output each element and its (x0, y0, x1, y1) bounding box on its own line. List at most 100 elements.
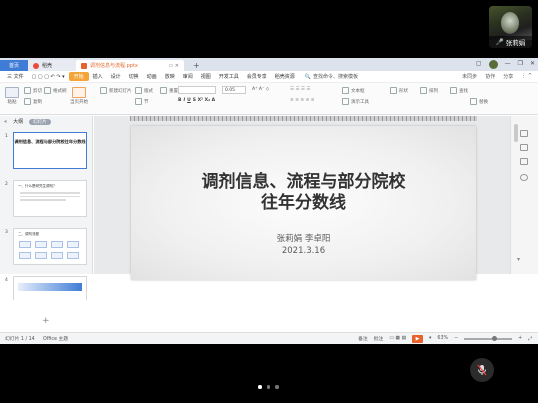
page-dot[interactable] (258, 385, 262, 389)
file-menu[interactable]: 三 文件 (3, 73, 28, 80)
slide-thumb-3[interactable]: 3 二、调剂流程 (3, 228, 89, 266)
new-tab-button[interactable]: + (184, 60, 209, 71)
tab-docer[interactable]: 稻壳 (28, 60, 76, 71)
mic-off-icon (477, 364, 487, 376)
participant-name-bar: 🎤 张莉娟 (489, 36, 532, 48)
user-avatar[interactable] (488, 60, 498, 69)
paste-button[interactable]: 粘贴 (5, 87, 19, 105)
menu-developer[interactable]: 开发工具 (215, 73, 243, 80)
font-name-field (178, 86, 216, 94)
current-slide[interactable]: 调剂信息、流程与部分院校 往年分数线 张莉娟 李卓阳 2021.3.16 (131, 126, 476, 280)
page-dot[interactable] (266, 385, 270, 389)
font-name-select[interactable] (178, 86, 216, 94)
menu-start[interactable]: 开始 (68, 72, 89, 81)
menu-docer-resources[interactable]: 稻壳资源 (271, 73, 299, 80)
cut-button[interactable]: 剪切 (24, 87, 42, 94)
menu-insert[interactable]: 插入 (89, 73, 107, 80)
comments-button[interactable]: 批注 (374, 335, 384, 342)
properties-icon[interactable] (520, 158, 528, 165)
shape-button[interactable]: 形状 (390, 87, 408, 94)
replace-icon (470, 98, 477, 105)
font-style-buttons[interactable]: B I U S X² X₂ A (178, 98, 215, 103)
reset-button[interactable]: 重置 (160, 87, 178, 94)
paragraph-buttons[interactable]: ☰ ☰ ☰ ☰ (290, 87, 310, 92)
pin-icon[interactable] (520, 144, 528, 151)
command-search[interactable]: 🔍 查找命令、搜索模板 (305, 73, 358, 81)
maximize-icon[interactable]: ❐ (518, 60, 523, 69)
copy-button[interactable]: 复制 (24, 98, 42, 105)
collapse-panel-icon[interactable]: « (4, 119, 7, 125)
slide-thumb-4[interactable]: 4 (3, 276, 89, 300)
zoom-dropdown-icon[interactable]: ▾ (429, 336, 431, 341)
zoom-level[interactable]: 63% (437, 336, 448, 341)
shape-pane-icon[interactable] (520, 130, 528, 137)
layout-label: 版式 (144, 88, 153, 94)
menu-slideshow[interactable]: 放映 (161, 73, 179, 80)
layout-button[interactable]: 版式 (135, 87, 153, 94)
share-button[interactable]: 分享 (503, 73, 513, 80)
participant-video-tile[interactable]: 🎤 张莉娟 (489, 6, 532, 48)
more-icon[interactable]: ⋮ ^ (521, 73, 532, 80)
quick-access-icons[interactable]: ▢ ▢ ▢ ↶ ↷ ▾ (28, 74, 69, 80)
menu-right-group: 未同步 协作 分享 ⋮ ^ (462, 73, 538, 80)
font-grow-shrink[interactable]: A⁺ A⁻ ◇ (252, 87, 269, 92)
sync-status[interactable]: 未同步 (462, 73, 477, 80)
menu-animation[interactable]: 动画 (143, 73, 161, 80)
zoom-out-icon[interactable]: − (454, 336, 458, 341)
tab-outline[interactable]: 大纲 (13, 118, 23, 125)
menu-member[interactable]: 会员专享 (243, 73, 271, 80)
menu-transition[interactable]: 切换 (125, 73, 143, 80)
help-icon[interactable] (520, 174, 528, 181)
section-button[interactable]: 节 (135, 98, 149, 105)
notes-button[interactable]: 备注 (358, 335, 368, 342)
slide-thumb-2[interactable]: 2 一、什么是研究生调剂？ (3, 180, 89, 218)
close-tab-icon[interactable]: ▭ ✕ (168, 63, 179, 69)
zoom-in-icon[interactable]: + (518, 336, 522, 341)
slide-thumb-number: 1 (5, 134, 8, 139)
pic-tools-button[interactable]: 演示工具 (342, 98, 369, 105)
add-slide-button[interactable]: + (42, 316, 50, 326)
slideshow-play-button[interactable]: ▶ (412, 334, 423, 343)
menu-design[interactable]: 设计 (107, 73, 125, 80)
arrange-label: 排列 (429, 88, 438, 94)
page-dot[interactable] (275, 385, 279, 389)
slide-thumb-title: 一、什么是研究生调剂？ (18, 184, 57, 188)
zoom-slider[interactable] (464, 335, 513, 341)
layout-icon[interactable]: ▢ (476, 60, 482, 69)
slide-thumb-1[interactable]: 1 调剂信息、流程与部分院校往年分数线 (3, 132, 89, 170)
fit-window-icon[interactable]: ⤢ (528, 336, 532, 342)
textbox-button[interactable]: 文本框 (342, 87, 365, 94)
ribbon-toolbar: 粘贴 剪切 复制 格式刷 当页开始 新建幻灯片 版式 节 重置 0.05 A⁺ … (0, 83, 538, 115)
section-icon (135, 98, 142, 105)
close-icon[interactable]: ✕ (530, 60, 535, 69)
collaborate-button[interactable]: 协作 (485, 73, 495, 80)
new-slide-button[interactable]: 新建幻灯片 (100, 87, 132, 94)
minimize-icon[interactable]: — (505, 60, 511, 69)
textbox-label: 文本框 (351, 88, 365, 94)
new-slide-label: 新建幻灯片 (109, 88, 132, 94)
replace-button[interactable]: 替换 (470, 98, 488, 105)
play-from-current-button[interactable]: 当页开始 (70, 87, 88, 105)
tab-home[interactable]: 首页 (0, 60, 28, 71)
slide-editing-area: 调剂信息、流程与部分院校 往年分数线 张莉娟 李卓阳 2021.3.16 (94, 116, 510, 280)
participant-video (489, 6, 532, 40)
tab-slides[interactable]: 幻灯片 (29, 118, 51, 125)
image-icon (342, 98, 349, 105)
align-buttons[interactable]: ≡ ≡ ≡ ≡ ≡ (290, 98, 315, 103)
menu-review[interactable]: 审阅 (179, 73, 197, 80)
font-size-select[interactable]: 0.05 (222, 86, 246, 94)
slide-authors: 张莉娟 李卓阳 (276, 234, 331, 244)
menu-view[interactable]: 视图 (197, 73, 215, 80)
find-button[interactable]: 查找 (450, 87, 468, 94)
format-painter-button[interactable]: 格式刷 (44, 87, 67, 94)
mute-microphone-button[interactable] (470, 358, 494, 382)
view-mode-icons[interactable]: ▭ ▦ ▤ (389, 336, 406, 341)
tab-document[interactable]: 调剂信息与流程.pptx ▭ ✕ (76, 60, 184, 71)
tab-docer-label: 稻壳 (42, 63, 53, 69)
thumb-flow-boxes (14, 240, 86, 251)
scroll-down-icon[interactable]: ▾ (517, 256, 520, 263)
thumb-banner (18, 283, 82, 291)
arrange-button[interactable]: 排列 (420, 87, 438, 94)
slide-thumb-image: 调剂信息、流程与部分院校往年分数线 (13, 132, 87, 169)
vertical-scrollbar[interactable] (514, 124, 518, 142)
